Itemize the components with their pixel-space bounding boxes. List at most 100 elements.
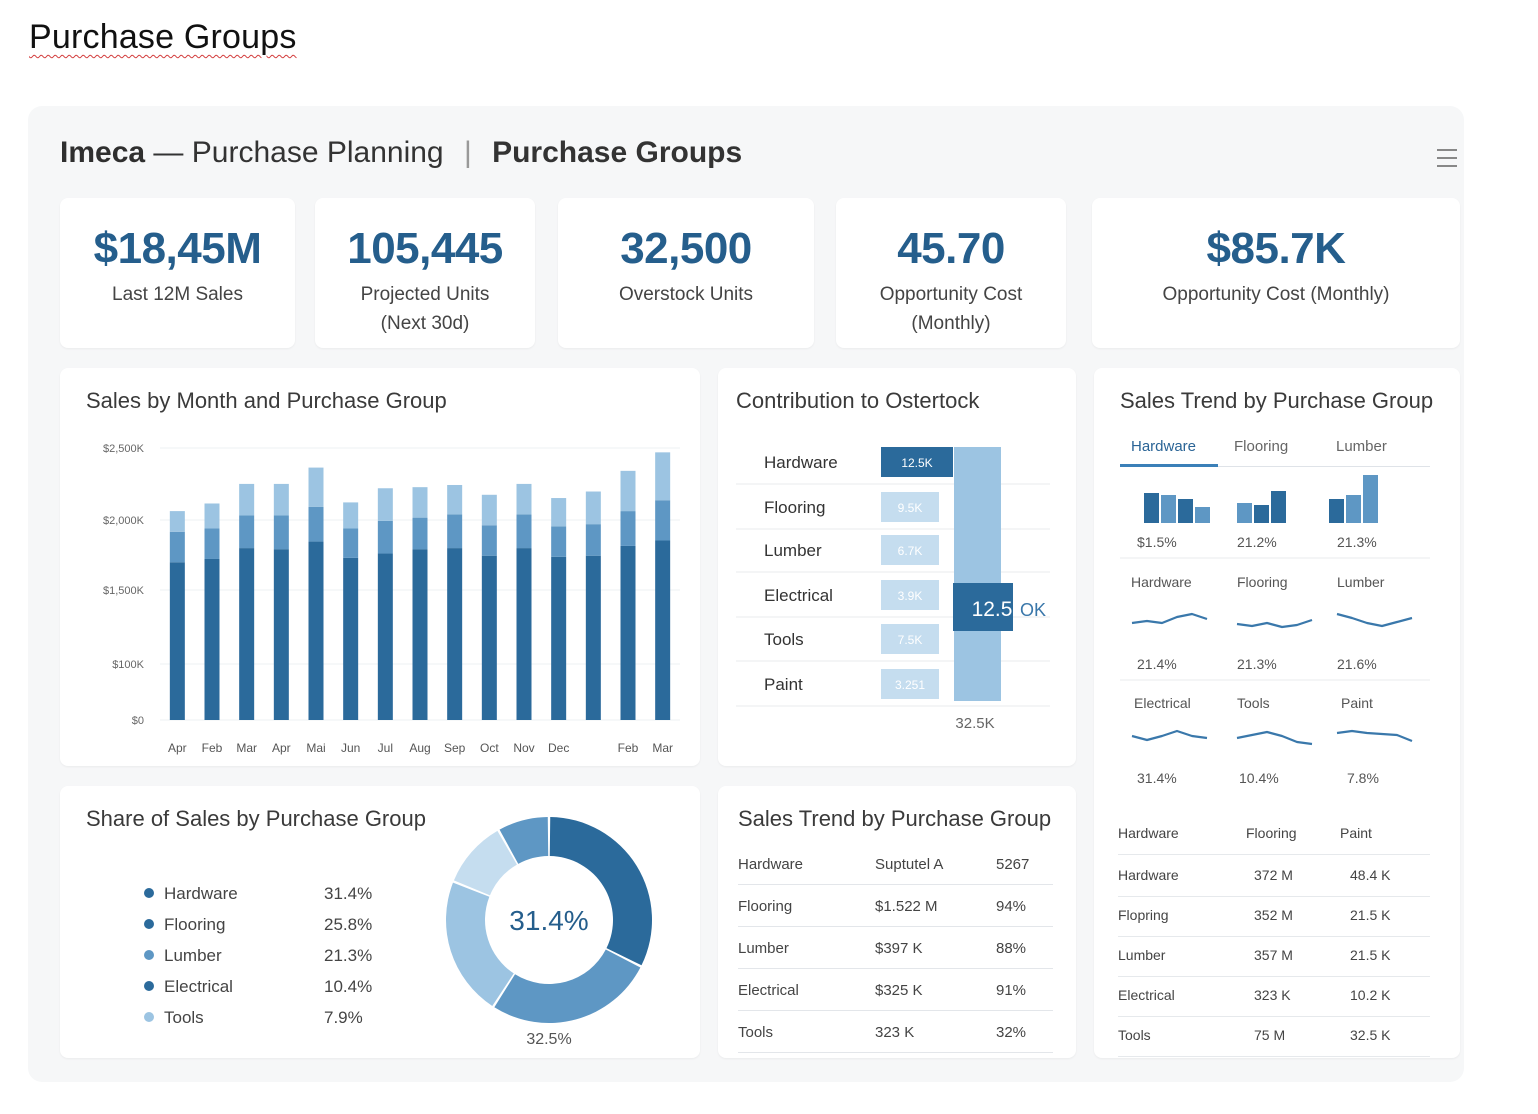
spark-pct: 21.3%: [1237, 656, 1277, 672]
table-cell: $325 K: [875, 982, 923, 999]
kpi-value: $85.7K: [1206, 224, 1346, 273]
x-tick-label: Jul: [378, 741, 393, 755]
contribution-row-label: Electrical: [764, 586, 833, 605]
bar-segment: [169, 531, 185, 563]
bar-segment: [620, 511, 636, 546]
table-cell: Tools: [738, 1024, 774, 1041]
bar-segment: [481, 525, 497, 556]
bar-segment: [169, 511, 185, 532]
donut-slice: [446, 882, 514, 1006]
table-row: Tools 323 K 32%: [738, 1012, 1053, 1053]
x-tick-label: Aug: [409, 741, 430, 755]
contribution-bar-value: 6.7K: [898, 544, 923, 558]
spark-pct: 21.6%: [1337, 656, 1377, 672]
table-row: Hardware 372 M 48.4 K: [1118, 857, 1430, 897]
kpi-card-last-12m-sales: $18,45M Last 12M Sales: [60, 198, 295, 348]
bar-segment: [481, 494, 497, 526]
spark-pct: 21.4%: [1137, 656, 1177, 672]
table-row: Flooring $1.522 M 94%: [738, 886, 1053, 927]
hamburger-menu-icon[interactable]: [1437, 149, 1457, 169]
kpi-label: Projected Units (Next 30d): [360, 284, 490, 334]
bar-segment: [551, 498, 567, 527]
bar-segment: [551, 556, 567, 720]
bar-segment: [585, 524, 601, 556]
table-row: Tools 75 M 32.5 K: [1118, 1017, 1430, 1057]
table-cell: 10.2 K: [1350, 987, 1391, 1003]
x-tick-label: Apr: [168, 741, 187, 755]
dashboard-header: Imeca — Purchase Planning | Purchase Gro…: [60, 136, 742, 170]
x-tick-label: Jun: [341, 741, 360, 755]
sales-trend-right-panel: Sales Trend by Purchase Group Hardware F…: [1094, 368, 1460, 1058]
kpi-card-projected-units: 105,445 Projected Units (Next 30d): [315, 198, 535, 348]
contribution-bar-value: 3.9K: [898, 589, 923, 603]
table-cell: 32.5 K: [1350, 1027, 1391, 1043]
table-cell: Lumber: [738, 940, 789, 957]
bar-segment: [655, 452, 671, 501]
table-cell: Flooring: [738, 898, 793, 915]
kpi-label: Opportunity Cost (Monthly): [1162, 284, 1390, 305]
table-row: Lumber $397 K 88%: [738, 928, 1053, 969]
x-tick-label: Mar: [236, 741, 257, 755]
spark-label: Tools: [1237, 695, 1270, 711]
contribution-bar-value: 9.5K: [898, 501, 923, 515]
kpi-value: 32,500: [620, 224, 752, 273]
bar-segment: [412, 549, 428, 720]
donut-slice: [494, 949, 641, 1023]
table-cell: Electrical: [738, 982, 799, 999]
spark-pct: 10.4%: [1239, 770, 1279, 786]
header-dash: —: [153, 136, 184, 169]
y-tick-label: $0: [132, 715, 144, 727]
header-separator: |: [463, 136, 472, 169]
table-cell: Electrical: [1118, 987, 1175, 1003]
x-tick-label: Feb: [618, 741, 639, 755]
bar-segment: [585, 555, 601, 720]
sparkline: [1131, 729, 1208, 742]
x-tick-label: Dec: [548, 741, 569, 755]
kpi-value: 105,445: [347, 224, 503, 273]
kpi-card-opportunity-cost: 45.70 Opportunity Cost (Monthly): [836, 198, 1066, 348]
bar-segment: [377, 553, 393, 720]
table-cell: Lumber: [1118, 947, 1166, 963]
spark-label: Hardware: [1131, 574, 1192, 590]
header-subtitle: Purchase Planning: [191, 136, 444, 169]
mini-bar: [1363, 475, 1378, 523]
sparkline: [1236, 618, 1313, 629]
contribution-row-label: Lumber: [764, 541, 822, 560]
sparkline: [1236, 730, 1313, 746]
share-of-sales-panel: Share of Sales by Purchase Group Hardwar…: [60, 786, 700, 1058]
y-tick-label: $2,500K: [103, 443, 145, 455]
bar-segment: [308, 541, 324, 720]
bar-segment: [308, 467, 324, 507]
bar-segment: [377, 520, 393, 554]
spark-pct: 7.8%: [1347, 770, 1379, 786]
table-cell: 21.5 K: [1350, 907, 1391, 923]
table-cell: 91%: [996, 982, 1027, 999]
bar-segment: [239, 515, 255, 549]
right-table-header: Hardware Flooring Paint: [1118, 815, 1430, 855]
spark-label: Electrical: [1134, 695, 1191, 711]
kpi-label: Overstock Units: [618, 284, 754, 305]
panel-title: Sales Trend by Purchase Group: [738, 806, 1052, 831]
table-cell: $397 K: [875, 940, 923, 957]
table-cell: 323 K: [1254, 987, 1291, 1003]
mini-bar: [1237, 503, 1252, 523]
bar-segment: [239, 548, 255, 720]
mini-bar: [1161, 495, 1176, 523]
total-column: [954, 447, 1001, 701]
contribution-bar-value: 7.5K: [898, 633, 923, 647]
table-cell: Tools: [1118, 1027, 1151, 1043]
bar-segment: [169, 562, 185, 720]
table-cell: 21.5 K: [1350, 947, 1391, 963]
table-cell: 372 M: [1254, 867, 1293, 883]
y-tick-label: $1,500K: [103, 585, 145, 597]
bar-segment: [620, 545, 636, 720]
mini-bar: [1254, 505, 1269, 523]
bar-segment: [343, 557, 359, 720]
total-value: 12.5: [972, 598, 1013, 621]
kpi-card-overstock-units: 32,500 Overstock Units: [558, 198, 814, 348]
bar-segment: [343, 502, 359, 529]
page-title: Purchase Groups: [492, 136, 743, 169]
bar-segment: [447, 548, 463, 720]
donut-slice: [549, 817, 652, 966]
contribution-row-label: Flooring: [764, 498, 825, 517]
